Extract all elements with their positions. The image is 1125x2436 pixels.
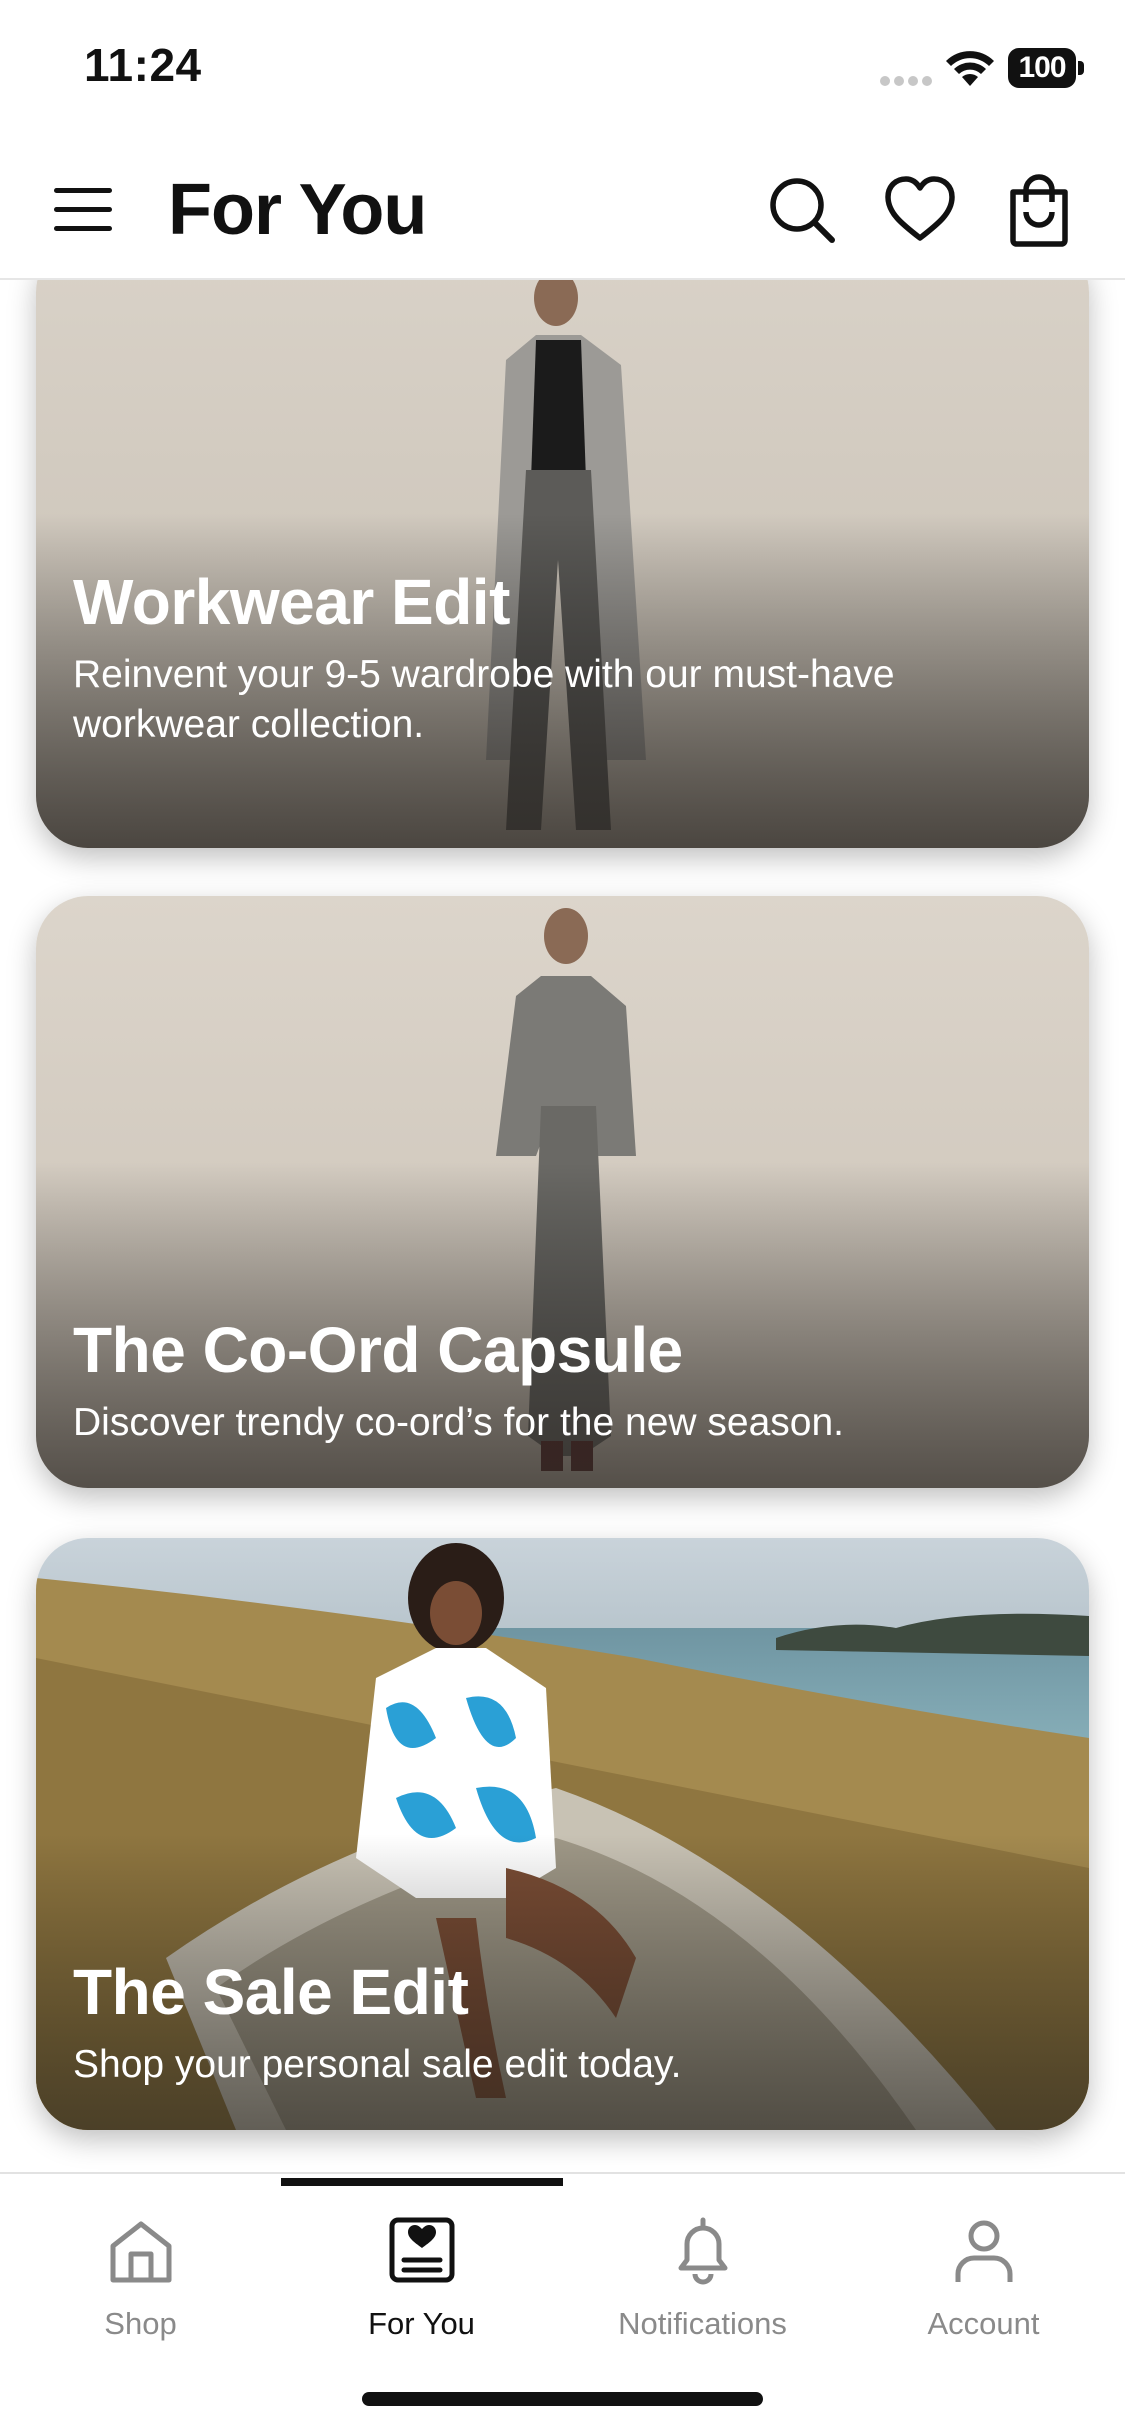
workwear-model-image (36, 280, 1089, 848)
for-you-feed[interactable]: Workwear Edit Reinvent your 9-5 wardrobe… (0, 280, 1125, 2172)
battery-icon: 100 (1008, 48, 1084, 88)
bell-icon (678, 2217, 728, 2285)
home-indicator[interactable] (362, 2392, 763, 2406)
search-icon[interactable] (762, 170, 842, 250)
wifi-icon (946, 51, 994, 86)
tab-label: Notifications (618, 2306, 787, 2341)
card-title: Workwear Edit (73, 566, 510, 638)
editorial-card-coord-capsule[interactable]: The Co-Ord Capsule Discover trendy co-or… (36, 896, 1089, 1488)
hamburger-menu-icon[interactable] (50, 182, 116, 238)
card-title: The Sale Edit (73, 1956, 469, 2028)
cellular-signal-icon (880, 76, 934, 86)
status-time: 11:24 (84, 39, 202, 91)
tab-shop[interactable]: Shop (0, 2214, 281, 2354)
status-bar: 11:24 100 (0, 0, 1125, 140)
card-subtitle: Shop your personal sale edit today. (73, 2043, 682, 2086)
active-tab-indicator (281, 2178, 563, 2186)
personalized-feed-icon (389, 2217, 455, 2283)
tab-account[interactable]: Account (843, 2214, 1124, 2354)
page-title: For You (168, 170, 427, 250)
person-icon (955, 2220, 1013, 2282)
app-header: For You (0, 140, 1125, 280)
tab-label: For You (368, 2306, 475, 2341)
heart-icon[interactable] (880, 170, 960, 250)
card-title: The Co-Ord Capsule (73, 1314, 683, 1386)
home-icon (110, 2221, 172, 2283)
editorial-card-workwear[interactable]: Workwear Edit Reinvent your 9-5 wardrobe… (36, 280, 1089, 848)
tab-label: Shop (104, 2306, 177, 2341)
editorial-card-sale-edit[interactable]: The Sale Edit Shop your personal sale ed… (36, 1538, 1089, 2130)
tab-for-you[interactable]: For You (281, 2214, 562, 2354)
tab-label: Account (927, 2306, 1040, 2341)
card-subtitle: Reinvent your 9-5 wardrobe with our must… (73, 653, 895, 746)
tab-notifications[interactable]: Notifications (562, 2214, 843, 2354)
battery-level: 100 (1008, 48, 1076, 88)
shopping-bag-icon[interactable] (999, 170, 1079, 250)
card-subtitle: Discover trendy co-ord’s for the new sea… (73, 1401, 844, 1444)
